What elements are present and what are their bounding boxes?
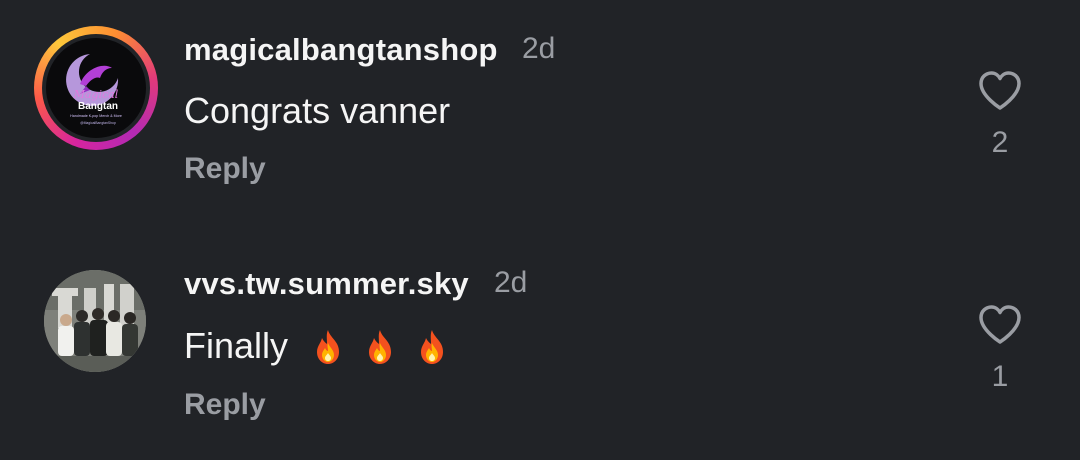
logo-brand-text: Bangtan (78, 101, 118, 112)
like-count: 1 (991, 360, 1009, 393)
like-count: 2 (991, 126, 1009, 159)
comment-text: Finally (184, 325, 454, 370)
comment-body: Congrats vanner (184, 90, 451, 131)
heart-icon[interactable] (977, 304, 1023, 346)
logo-script-text: Magical (73, 88, 119, 101)
comment-timestamp: 2d (522, 32, 556, 65)
comment-item: Magical Bangtan Handmade K-pop Merch & M… (0, 0, 1080, 230)
comment-timestamp: 2d (494, 266, 528, 299)
comment-username[interactable]: magicalbangtanshop (184, 32, 498, 68)
fire-icon (317, 329, 340, 364)
group-photo-image (44, 270, 146, 372)
logo-tagline-text: Handmade K-pop Merch & More (70, 114, 122, 118)
reply-button[interactable]: Reply (184, 388, 266, 422)
fire-icon (421, 329, 444, 364)
shop-logo-image: Magical Bangtan Handmade K-pop Merch & M… (46, 38, 146, 138)
comment-username[interactable]: vvs.tw.summer.sky (184, 266, 469, 302)
comment-item: vvs.tw.summer.sky 2d Finally Reply 1 (0, 236, 1080, 460)
comment-body: Finally (184, 325, 289, 366)
comment-text: Congrats vanner (184, 90, 450, 132)
fire-icon (369, 329, 392, 364)
avatar[interactable] (44, 270, 146, 372)
emoji-group (308, 327, 454, 370)
reply-button[interactable]: Reply (184, 152, 266, 186)
heart-icon[interactable] (977, 70, 1023, 112)
like-area: 2 (970, 70, 1030, 160)
avatar[interactable]: Magical Bangtan Handmade K-pop Merch & M… (34, 26, 158, 150)
logo-handle-text: @MagicalBangtanShop (80, 121, 116, 125)
like-area: 1 (970, 304, 1030, 394)
